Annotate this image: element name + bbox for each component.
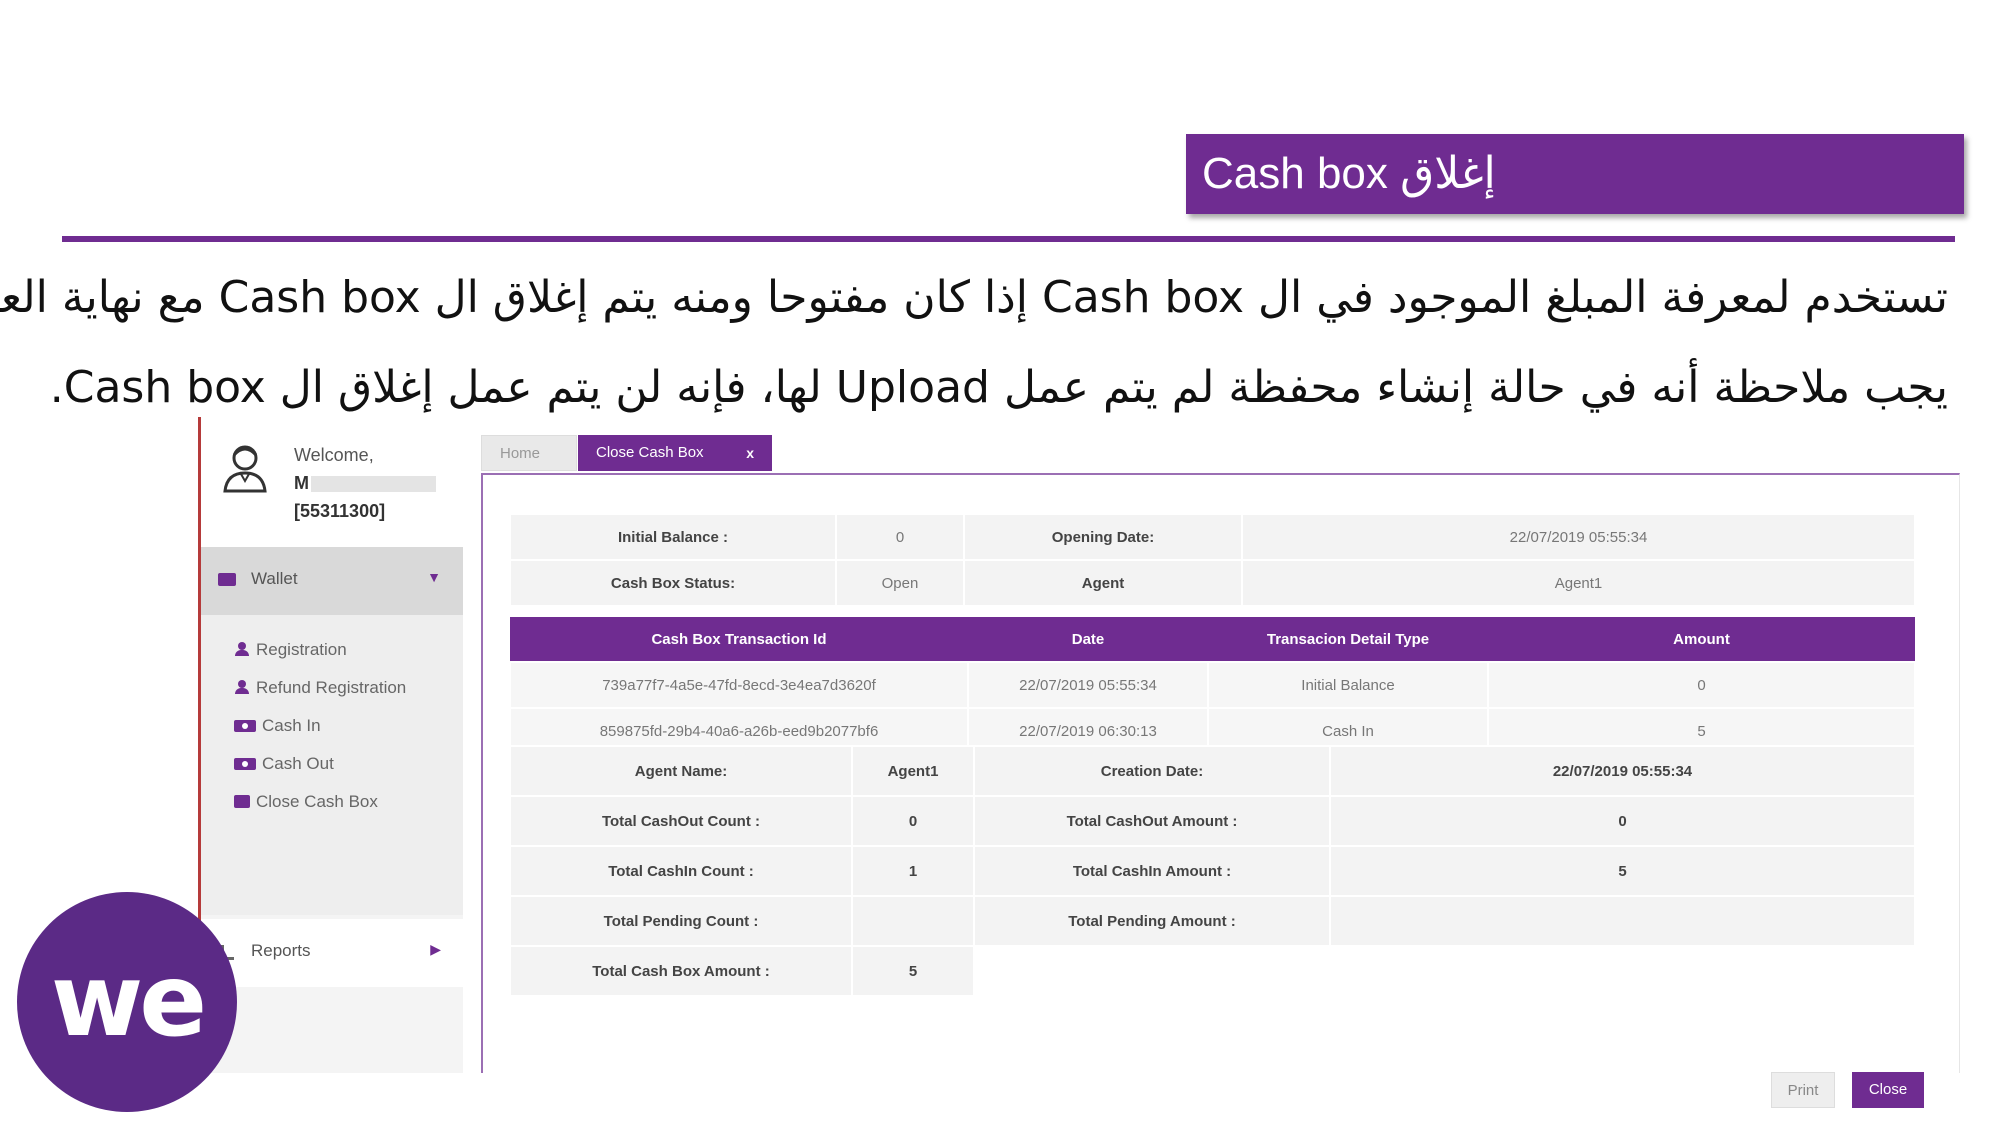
app-screenshot: Welcome, M [55311300] Wallet ▼ Registrat… <box>198 417 1962 1108</box>
close-cash-box-panel: Initial Balance : 0 Opening Date: 22/07/… <box>481 473 1960 1108</box>
opening-date-label: Opening Date: <box>963 513 1243 561</box>
column-header: Date <box>968 617 1208 662</box>
agent-label: Agent <box>963 559 1243 607</box>
cashin-count-value: 1 <box>851 845 975 897</box>
total-amount-label: Total Cash Box Amount : <box>509 945 853 997</box>
money-icon <box>234 758 256 770</box>
cashin-amount-label: Total CashIn Amount : <box>973 845 1331 897</box>
table-row: Initial Balance : 0 Opening Date: 22/07/… <box>509 513 1916 561</box>
table-row: 739a77f7-4a5e-47fd-8ecd-3e4ea7d3620f 22/… <box>509 661 1916 709</box>
sidebar: Welcome, M [55311300] Wallet ▼ Registrat… <box>198 417 463 1073</box>
sidebar-item-registration[interactable]: Registration <box>234 637 347 663</box>
total-amount-value: 5 <box>851 945 975 997</box>
pending-amount-value <box>1329 895 1916 947</box>
cashout-count-label: Total CashOut Count : <box>509 795 853 847</box>
title-divider <box>62 236 1955 242</box>
cashout-amount-label: Total CashOut Amount : <box>973 795 1331 847</box>
main-content: Home Close Cash Box x Initial Balance : … <box>481 417 1962 1108</box>
sidebar-item-refund-registration[interactable]: Refund Registration <box>234 675 406 701</box>
table-row: Total CashOut Count : 0 Total CashOut Am… <box>509 795 1916 847</box>
column-header: Transacion Detail Type <box>1208 617 1488 662</box>
cash-box-info-table: Initial Balance : 0 Opening Date: 22/07/… <box>509 513 1916 607</box>
sidebar-reports-toggle[interactable]: Reports ▶ <box>201 919 463 987</box>
creation-date-label: Creation Date: <box>973 745 1331 797</box>
table-row: Total Pending Count : Total Pending Amou… <box>509 895 1916 947</box>
cashin-amount-value: 5 <box>1329 845 1916 897</box>
user-icon <box>234 680 250 694</box>
summary-table: Agent Name: Agent1 Creation Date: 22/07/… <box>509 745 1916 997</box>
pending-count-value <box>851 895 975 947</box>
sidebar-item-close-cash-box[interactable]: Close Cash Box <box>234 789 378 815</box>
wallet-label: Wallet <box>251 569 298 588</box>
user-name: M <box>294 473 309 493</box>
pending-amount-label: Total Pending Amount : <box>973 895 1331 947</box>
welcome-block: Welcome, M [55311300] <box>294 441 436 525</box>
initial-balance-value: 0 <box>835 513 965 561</box>
agent-name-label: Agent Name: <box>509 745 853 797</box>
close-button[interactable]: Close <box>1852 1072 1924 1108</box>
print-button[interactable]: Print <box>1771 1072 1835 1108</box>
sidebar-item-cash-in[interactable]: Cash In <box>234 713 321 739</box>
sidebar-item-cash-out[interactable]: Cash Out <box>234 751 334 777</box>
chevron-down-icon: ▼ <box>427 569 441 585</box>
transaction-amount: 0 <box>1487 661 1916 709</box>
status-label: Cash Box Status: <box>509 559 837 607</box>
tab-close-cash-box[interactable]: Close Cash Box x <box>578 435 772 471</box>
logo-text: we <box>50 942 207 1059</box>
creation-date-value: 22/07/2019 05:55:34 <box>1329 745 1916 797</box>
reports-label: Reports <box>251 941 311 960</box>
table-row: Agent Name: Agent1 Creation Date: 22/07/… <box>509 745 1916 797</box>
pending-count-label: Total Pending Count : <box>509 895 853 947</box>
table-row: Total CashIn Count : 1 Total CashIn Amou… <box>509 845 1916 897</box>
cashout-amount-value: 0 <box>1329 795 1916 847</box>
table-row: Total Cash Box Amount : 5 <box>509 945 1916 997</box>
cashbox-icon <box>234 795 250 808</box>
wallet-icon <box>218 573 236 586</box>
agent-value: Agent1 <box>1241 559 1916 607</box>
description-line-2: يجب ملاحظة أنه في حالة إنشاء محفظة لم يت… <box>49 362 1948 413</box>
user-id: [55311300] <box>294 501 386 521</box>
empty-cell <box>973 945 1331 997</box>
we-logo: we <box>17 892 237 1112</box>
slide-title: إغلاق Cash box <box>1186 134 1964 214</box>
cashout-count-value: 0 <box>851 795 975 847</box>
user-avatar-icon <box>223 445 267 493</box>
user-profile: Welcome, M [55311300] <box>201 417 463 547</box>
agent-name-value: Agent1 <box>851 745 975 797</box>
status-value: Open <box>835 559 965 607</box>
table-header-row: Cash Box Transaction Id Date Transacion … <box>510 617 1915 662</box>
column-header: Amount <box>1488 617 1915 662</box>
close-tab-icon[interactable]: x <box>746 435 754 471</box>
transaction-id: 739a77f7-4a5e-47fd-8ecd-3e4ea7d3620f <box>509 661 969 709</box>
money-icon <box>234 720 256 732</box>
opening-date-value: 22/07/2019 05:55:34 <box>1241 513 1916 561</box>
cashin-count-label: Total CashIn Count : <box>509 845 853 897</box>
wallet-submenu: Registration Refund Registration Cash In… <box>201 615 463 915</box>
table-row: Cash Box Status: Open Agent Agent1 <box>509 559 1916 607</box>
description-line-1: تستخدم لمعرفة المبلغ الموجود في ال Cash … <box>0 272 1948 323</box>
initial-balance-label: Initial Balance : <box>509 513 837 561</box>
user-icon <box>234 642 250 656</box>
transactions-table: Cash Box Transaction Id Date Transacion … <box>509 617 1916 755</box>
transaction-type: Initial Balance <box>1207 661 1489 709</box>
column-header: Cash Box Transaction Id <box>510 617 968 662</box>
empty-cell <box>1329 945 1916 997</box>
tab-home[interactable]: Home <box>481 435 577 471</box>
sidebar-wallet-toggle[interactable]: Wallet ▼ <box>201 547 463 615</box>
chevron-right-icon: ▶ <box>430 941 441 957</box>
redacted-name <box>311 476 436 493</box>
transaction-date: 22/07/2019 05:55:34 <box>967 661 1209 709</box>
welcome-text: Welcome, <box>294 445 374 465</box>
